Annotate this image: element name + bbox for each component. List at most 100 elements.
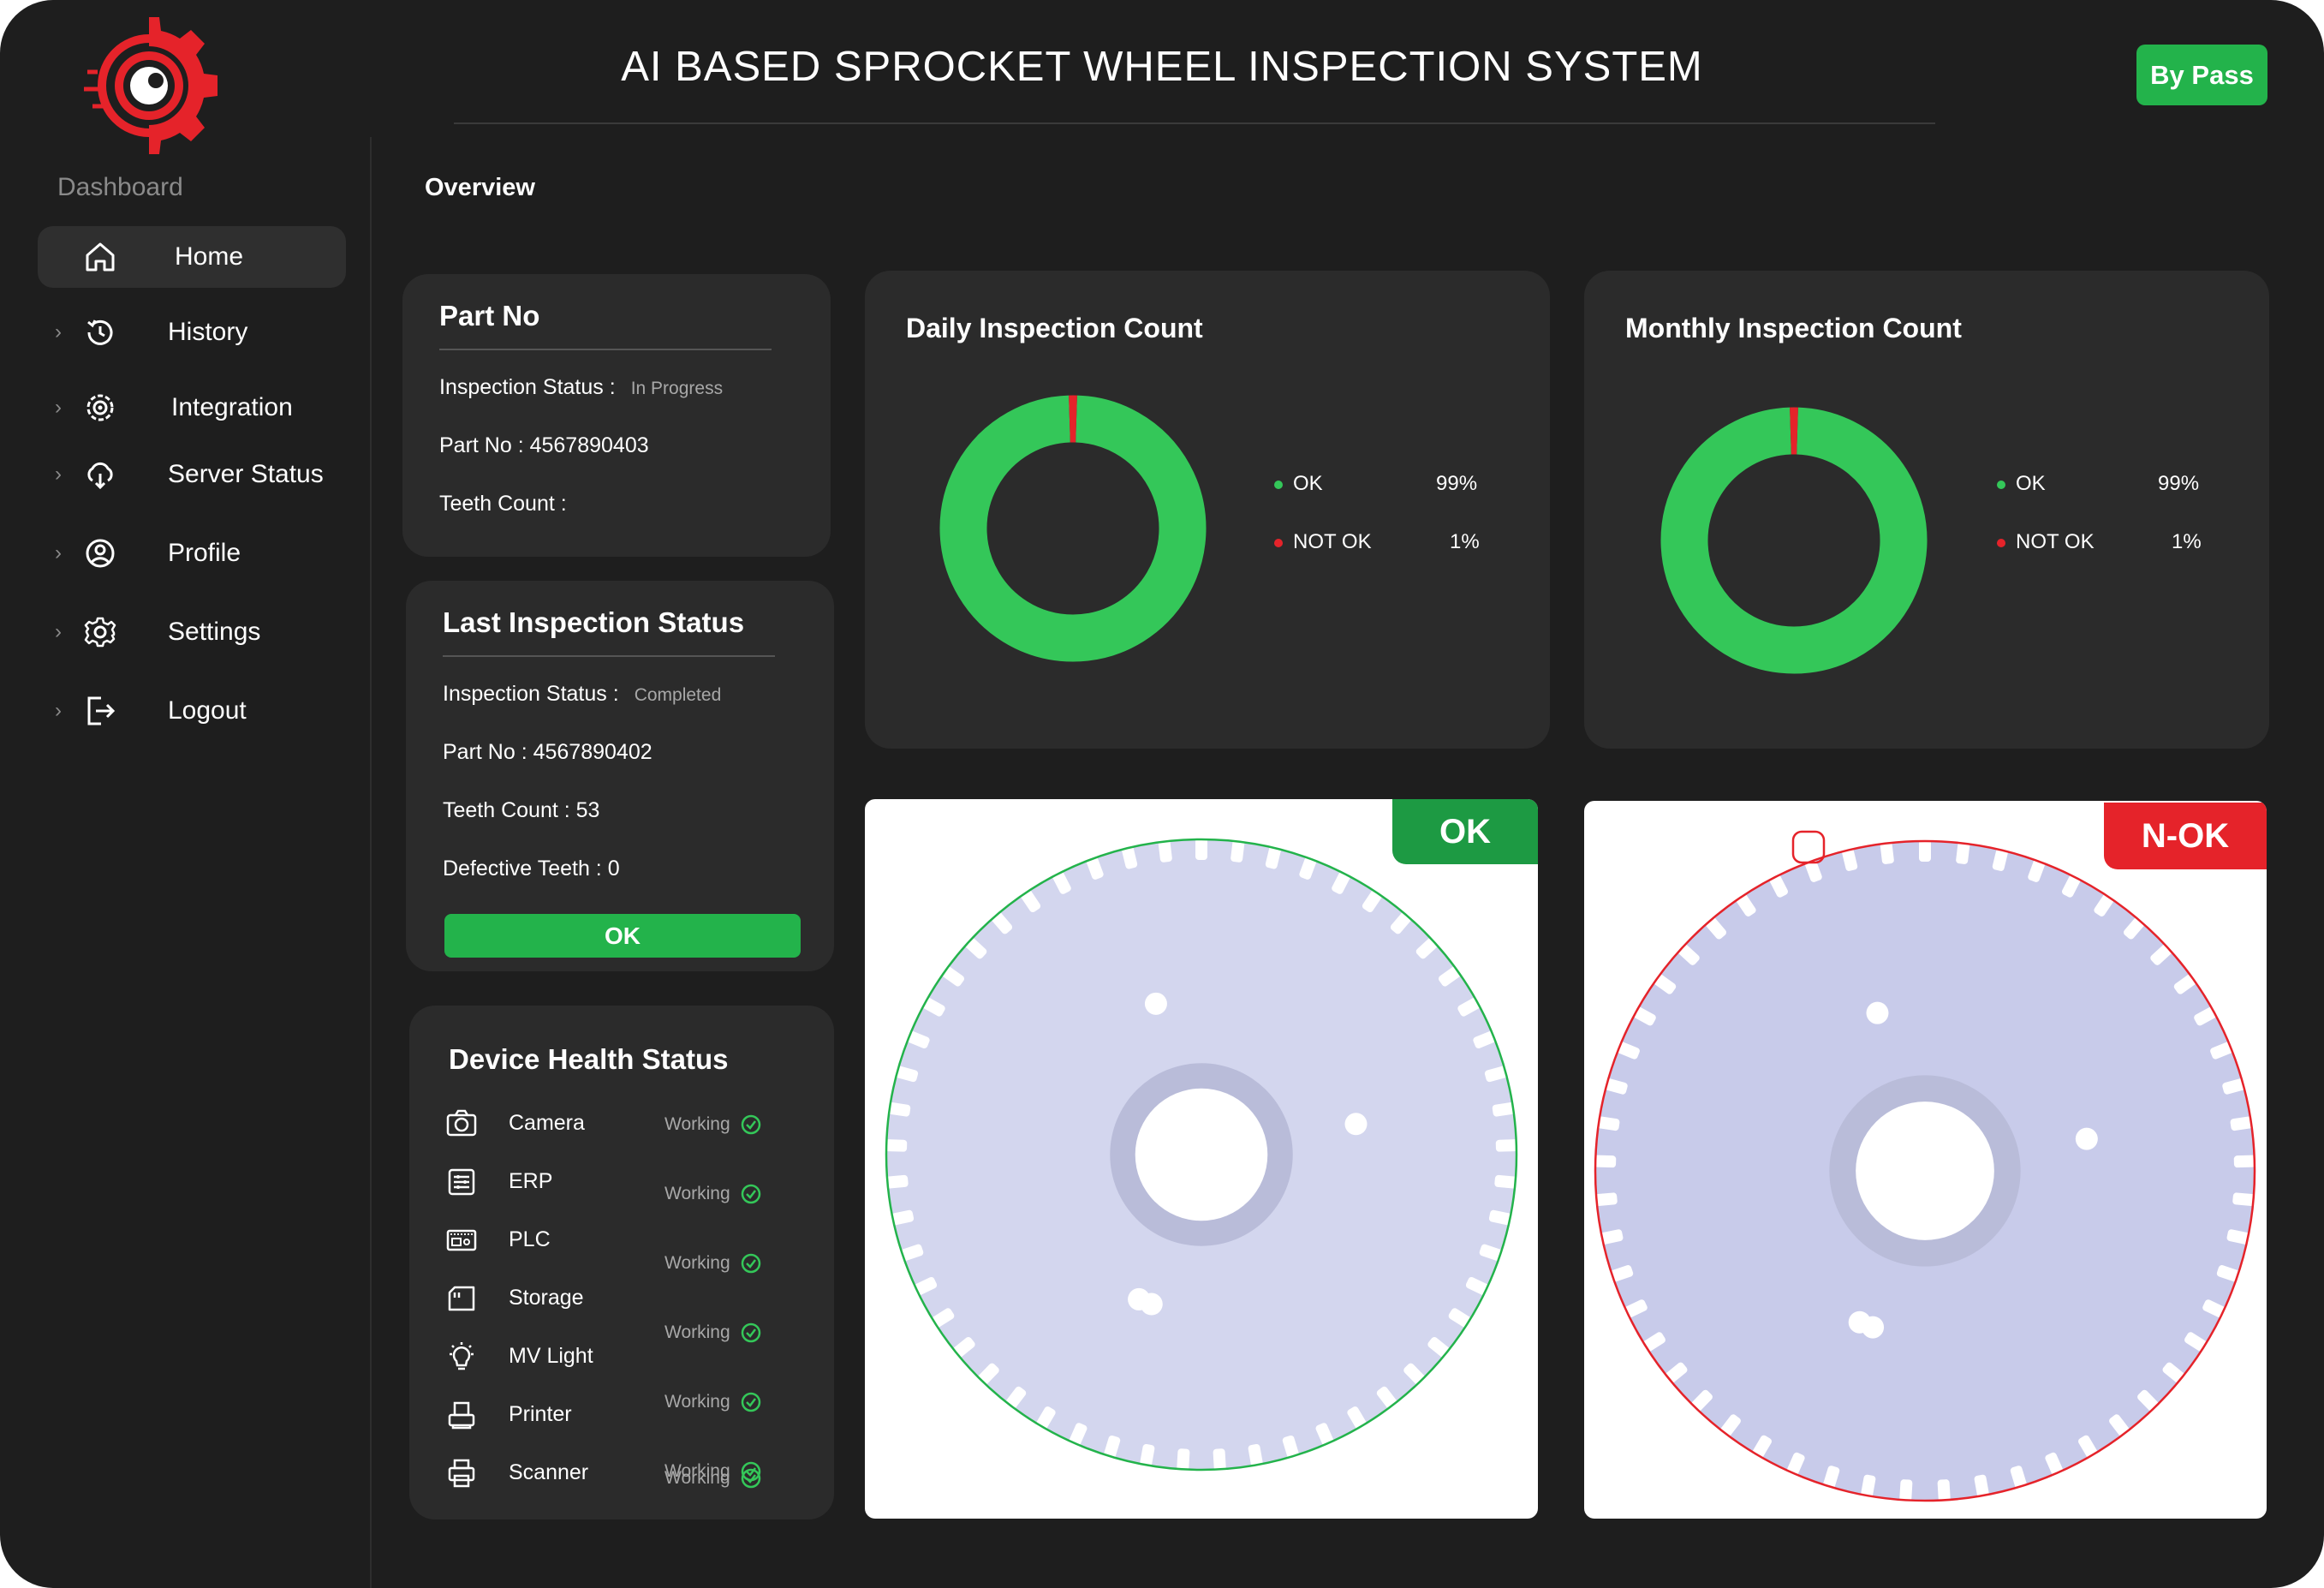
inspection-status-value: In Progress [630,379,724,398]
sprocket-center-hole [1856,1101,1994,1240]
defective-teeth: Defective Teeth : 0 [443,857,620,881]
sprocket-bolt-hole [1144,992,1167,1015]
last-inspection-card [406,581,834,971]
inspection-status-value: Completed [634,685,722,705]
card-title: Last Inspection Status [443,606,745,638]
legend-value: 99% [1436,472,1478,495]
legend-label: NOT OK [2016,530,2095,553]
legend-ok: OK [1997,472,2046,496]
sidebar-section-label: Dashboard [57,173,183,201]
sidebar-item-home[interactable]: Home [38,226,346,288]
device-name: MV Light [509,1344,593,1368]
sprocket-tooth-gap [1937,1479,1951,1502]
sidebar-item-label: History [168,318,248,346]
monthly-donut-chart [1660,407,1928,674]
legend-value: 99% [2158,472,2200,495]
sprocket-bolt-hole [1140,1292,1163,1316]
part-number: Part No : 4567890403 [439,433,649,457]
donut-slice-ok [1660,407,1928,674]
integration-icon [86,394,114,421]
legend-swatch-not-ok [1997,538,2005,547]
ok-badge: OK [1392,799,1538,864]
sprocket-bolt-hole [1862,1316,1885,1339]
device-name: Printer [509,1402,572,1426]
sprocket-bolt-hole [2075,1127,2098,1150]
chevron-right-icon: › [55,396,62,419]
legend-ok: OK [1274,472,1323,496]
legend-not-ok: NOT OK [1997,530,2095,554]
chevron-right-icon: › [55,620,62,643]
sprocket-tooth-gap [1195,838,1207,860]
device-status: Working [664,1468,730,1488]
device-name: Scanner [509,1460,589,1484]
inspection-status-row: Inspection Status : Completed [443,682,721,707]
donut-slice-ok [939,395,1207,662]
sidebar-item-label: Home [175,242,244,271]
light-icon [450,1342,474,1370]
sprocket-tooth-gap [1495,1139,1518,1152]
storage-icon [448,1286,475,1311]
legend-value: 1% [2172,530,2202,553]
sprocket-image-nok [1594,830,2256,1502]
daily-donut-chart [939,395,1207,662]
printer-icon [448,1401,475,1430]
sprocket-tooth-gap [1213,1448,1226,1472]
card-divider [439,349,772,350]
scanner-icon [448,1459,475,1488]
sidebar-item-label: Logout [168,696,247,725]
device-row-storage: Storage Working [445,1282,771,1343]
device-status: Working [664,1114,730,1134]
sprocket-bolt-hole [1866,1001,1889,1024]
device-name: Camera [509,1111,585,1135]
title-divider [454,122,1935,124]
legend-swatch-ok [1274,480,1283,489]
result-ok-button[interactable]: OK [444,914,801,958]
legend-label: NOT OK [1293,530,1372,553]
section-heading: Overview [425,174,535,201]
chevron-right-icon: › [55,463,62,486]
sidebar-item-history[interactable]: › History [38,301,346,363]
sprocket-tooth-gap [1594,1155,1617,1168]
sidebar-item-label: Integration [171,393,293,421]
chevron-right-icon: › [55,320,62,343]
app-window: AI BASED SPROCKET WHEEL INSPECTION SYSTE… [0,0,2324,1588]
home-icon [86,242,115,272]
inspection-status-label: Inspection Status : [443,682,619,706]
check-circle-icon [741,1184,761,1204]
sprocket-image-ok [885,838,1518,1472]
legend-label: OK [1293,472,1323,495]
device-row-mv-light: MV Light Working [445,1340,771,1412]
page-title: AI BASED SPROCKET WHEEL INSPECTION SYSTE… [621,44,1703,90]
sidebar-item-profile[interactable]: › Profile [38,522,346,584]
sidebar-item-label: Server Status [168,460,324,488]
profile-icon [86,539,115,568]
teeth-count: Teeth Count : [439,492,567,516]
teeth-count: Teeth Count : 53 [443,798,600,822]
chart-title: Daily Inspection Count [906,313,1203,343]
device-row-printer: Printer Working [445,1399,771,1482]
erp-icon [448,1168,475,1196]
sidebar-item-integration[interactable]: › Integration [38,377,346,439]
logout-icon [87,696,116,725]
device-row-camera: Camera Working [445,1107,771,1142]
legend-not-ok: NOT OK [1274,530,1372,554]
sidebar-item-server-status[interactable]: › Server Status [38,444,346,505]
sidebar-item-settings[interactable]: › Settings [38,601,346,663]
bypass-button[interactable]: By Pass [2136,45,2267,105]
legend-value: 1% [1450,530,1480,553]
sprocket-tooth-gap [1919,839,1931,862]
device-name: Storage [509,1286,584,1310]
legend-swatch-ok [1997,480,2005,489]
chevron-right-icon: › [55,699,62,722]
legend-label: OK [2016,472,2046,495]
device-row-plc: PLC Working [445,1224,771,1274]
sprocket-tooth-gap [1899,1479,1913,1502]
card-title: Part No [439,300,540,331]
sidebar-divider [370,137,372,1588]
device-status: Working [664,1253,730,1273]
sidebar-item-label: Profile [168,539,241,567]
sidebar-item-logout[interactable]: › Logout [38,680,346,742]
check-circle-icon [741,1468,761,1489]
gear-icon [84,617,116,648]
server-status-icon [87,462,113,490]
